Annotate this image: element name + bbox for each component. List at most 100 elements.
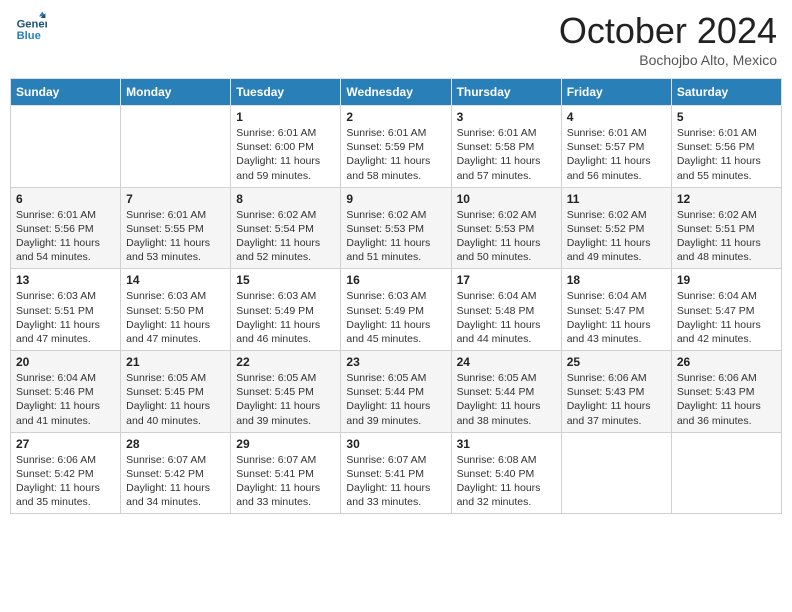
day-info: Sunrise: 6:05 AM Sunset: 5:45 PM Dayligh… xyxy=(236,371,335,428)
calendar-cell: 26 Sunrise: 6:06 AM Sunset: 5:43 PM Dayli… xyxy=(671,351,781,433)
day-info: Sunrise: 6:01 AM Sunset: 5:55 PM Dayligh… xyxy=(126,208,225,265)
day-number: 17 xyxy=(457,273,556,287)
day-info: Sunrise: 6:02 AM Sunset: 5:53 PM Dayligh… xyxy=(346,208,445,265)
calendar-cell: 14 Sunrise: 6:03 AM Sunset: 5:50 PM Dayli… xyxy=(121,269,231,351)
calendar-cell: 6 Sunrise: 6:01 AM Sunset: 5:56 PM Daylig… xyxy=(11,187,121,269)
day-number: 19 xyxy=(677,273,776,287)
day-info: Sunrise: 6:03 AM Sunset: 5:51 PM Dayligh… xyxy=(16,289,115,346)
day-info: Sunrise: 6:02 AM Sunset: 5:53 PM Dayligh… xyxy=(457,208,556,265)
calendar-cell: 28 Sunrise: 6:07 AM Sunset: 5:42 PM Dayli… xyxy=(121,432,231,514)
day-info: Sunrise: 6:04 AM Sunset: 5:47 PM Dayligh… xyxy=(677,289,776,346)
weekday-header-tuesday: Tuesday xyxy=(231,79,341,106)
calendar-cell: 2 Sunrise: 6:01 AM Sunset: 5:59 PM Daylig… xyxy=(341,106,451,188)
day-number: 16 xyxy=(346,273,445,287)
day-info: Sunrise: 6:05 AM Sunset: 5:45 PM Dayligh… xyxy=(126,371,225,428)
day-number: 7 xyxy=(126,192,225,206)
week-row-4: 27 Sunrise: 6:06 AM Sunset: 5:42 PM Dayli… xyxy=(11,432,782,514)
day-number: 27 xyxy=(16,437,115,451)
logo: General Blue General Blue xyxy=(15,10,47,42)
calendar-cell: 30 Sunrise: 6:07 AM Sunset: 5:41 PM Dayli… xyxy=(341,432,451,514)
calendar-cell: 10Sunrise: 6:02 AM Sunset: 5:53 PM Dayli… xyxy=(451,187,561,269)
day-number: 24 xyxy=(457,355,556,369)
day-info: Sunrise: 6:04 AM Sunset: 5:46 PM Dayligh… xyxy=(16,371,115,428)
weekday-header-friday: Friday xyxy=(561,79,671,106)
day-number: 30 xyxy=(346,437,445,451)
day-number: 12 xyxy=(677,192,776,206)
weekday-header-monday: Monday xyxy=(121,79,231,106)
calendar-cell: 9 Sunrise: 6:02 AM Sunset: 5:53 PM Daylig… xyxy=(341,187,451,269)
week-row-2: 13Sunrise: 6:03 AM Sunset: 5:51 PM Dayli… xyxy=(11,269,782,351)
day-number: 26 xyxy=(677,355,776,369)
calendar-cell: 19 Sunrise: 6:04 AM Sunset: 5:47 PM Dayli… xyxy=(671,269,781,351)
day-info: Sunrise: 6:04 AM Sunset: 5:47 PM Dayligh… xyxy=(567,289,666,346)
day-info: Sunrise: 6:06 AM Sunset: 5:43 PM Dayligh… xyxy=(677,371,776,428)
calendar-cell: 22Sunrise: 6:05 AM Sunset: 5:45 PM Dayli… xyxy=(231,351,341,433)
calendar-cell: 24 Sunrise: 6:05 AM Sunset: 5:44 PM Dayli… xyxy=(451,351,561,433)
day-number: 20 xyxy=(16,355,115,369)
calendar-cell: 17 Sunrise: 6:04 AM Sunset: 5:48 PM Dayli… xyxy=(451,269,561,351)
weekday-header-thursday: Thursday xyxy=(451,79,561,106)
calendar-header: SundayMondayTuesdayWednesdayThursdayFrid… xyxy=(11,79,782,106)
day-info: Sunrise: 6:01 AM Sunset: 5:57 PM Dayligh… xyxy=(567,126,666,183)
day-info: Sunrise: 6:07 AM Sunset: 5:41 PM Dayligh… xyxy=(236,453,335,510)
day-info: Sunrise: 6:08 AM Sunset: 5:40 PM Dayligh… xyxy=(457,453,556,510)
day-number: 23 xyxy=(346,355,445,369)
day-number: 28 xyxy=(126,437,225,451)
day-number: 25 xyxy=(567,355,666,369)
day-number: 2 xyxy=(346,110,445,124)
day-info: Sunrise: 6:06 AM Sunset: 5:43 PM Dayligh… xyxy=(567,371,666,428)
day-number: 18 xyxy=(567,273,666,287)
day-number: 9 xyxy=(346,192,445,206)
day-info: Sunrise: 6:01 AM Sunset: 5:58 PM Dayligh… xyxy=(457,126,556,183)
day-number: 21 xyxy=(126,355,225,369)
day-info: Sunrise: 6:07 AM Sunset: 5:42 PM Dayligh… xyxy=(126,453,225,510)
day-number: 1 xyxy=(236,110,335,124)
day-info: Sunrise: 6:06 AM Sunset: 5:42 PM Dayligh… xyxy=(16,453,115,510)
day-info: Sunrise: 6:03 AM Sunset: 5:50 PM Dayligh… xyxy=(126,289,225,346)
svg-text:Blue: Blue xyxy=(17,30,41,42)
day-info: Sunrise: 6:02 AM Sunset: 5:54 PM Dayligh… xyxy=(236,208,335,265)
calendar-table: SundayMondayTuesdayWednesdayThursdayFrid… xyxy=(10,78,782,514)
day-info: Sunrise: 6:01 AM Sunset: 5:56 PM Dayligh… xyxy=(677,126,776,183)
calendar-body: 1 Sunrise: 6:01 AM Sunset: 6:00 PM Daylig… xyxy=(11,106,782,514)
day-number: 31 xyxy=(457,437,556,451)
svg-text:General: General xyxy=(17,19,47,31)
calendar-cell: 4 Sunrise: 6:01 AM Sunset: 5:57 PM Daylig… xyxy=(561,106,671,188)
day-info: Sunrise: 6:01 AM Sunset: 5:56 PM Dayligh… xyxy=(16,208,115,265)
day-number: 14 xyxy=(126,273,225,287)
weekday-row: SundayMondayTuesdayWednesdayThursdayFrid… xyxy=(11,79,782,106)
calendar-cell: 29 Sunrise: 6:07 AM Sunset: 5:41 PM Dayli… xyxy=(231,432,341,514)
day-info: Sunrise: 6:03 AM Sunset: 5:49 PM Dayligh… xyxy=(236,289,335,346)
calendar-cell: 7 Sunrise: 6:01 AM Sunset: 5:55 PM Daylig… xyxy=(121,187,231,269)
day-number: 6 xyxy=(16,192,115,206)
calendar-cell: 16 Sunrise: 6:03 AM Sunset: 5:49 PM Dayli… xyxy=(341,269,451,351)
day-info: Sunrise: 6:01 AM Sunset: 5:59 PM Dayligh… xyxy=(346,126,445,183)
calendar-cell: 13Sunrise: 6:03 AM Sunset: 5:51 PM Dayli… xyxy=(11,269,121,351)
week-row-0: 1 Sunrise: 6:01 AM Sunset: 6:00 PM Daylig… xyxy=(11,106,782,188)
calendar-cell xyxy=(671,432,781,514)
day-number: 8 xyxy=(236,192,335,206)
title-block: October 2024 Bochojbo Alto, Mexico xyxy=(559,10,777,68)
calendar-cell: 27 Sunrise: 6:06 AM Sunset: 5:42 PM Dayli… xyxy=(11,432,121,514)
weekday-header-sunday: Sunday xyxy=(11,79,121,106)
day-info: Sunrise: 6:05 AM Sunset: 5:44 PM Dayligh… xyxy=(457,371,556,428)
day-number: 4 xyxy=(567,110,666,124)
page-header: General Blue General Blue October 2024 B… xyxy=(10,10,782,68)
calendar-cell: 18 Sunrise: 6:04 AM Sunset: 5:47 PM Dayli… xyxy=(561,269,671,351)
day-info: Sunrise: 6:03 AM Sunset: 5:49 PM Dayligh… xyxy=(346,289,445,346)
calendar-cell xyxy=(121,106,231,188)
day-info: Sunrise: 6:07 AM Sunset: 5:41 PM Dayligh… xyxy=(346,453,445,510)
calendar-cell: 5Sunrise: 6:01 AM Sunset: 5:56 PM Daylig… xyxy=(671,106,781,188)
calendar-cell: 3 Sunrise: 6:01 AM Sunset: 5:58 PM Daylig… xyxy=(451,106,561,188)
day-info: Sunrise: 6:04 AM Sunset: 5:48 PM Dayligh… xyxy=(457,289,556,346)
day-number: 3 xyxy=(457,110,556,124)
month-title: October 2024 xyxy=(559,10,777,52)
day-number: 29 xyxy=(236,437,335,451)
day-info: Sunrise: 6:02 AM Sunset: 5:52 PM Dayligh… xyxy=(567,208,666,265)
day-info: Sunrise: 6:01 AM Sunset: 6:00 PM Dayligh… xyxy=(236,126,335,183)
calendar-cell: 15Sunrise: 6:03 AM Sunset: 5:49 PM Dayli… xyxy=(231,269,341,351)
logo-icon: General Blue xyxy=(15,10,47,42)
calendar-cell: 11Sunrise: 6:02 AM Sunset: 5:52 PM Dayli… xyxy=(561,187,671,269)
calendar-cell xyxy=(561,432,671,514)
calendar-cell xyxy=(11,106,121,188)
